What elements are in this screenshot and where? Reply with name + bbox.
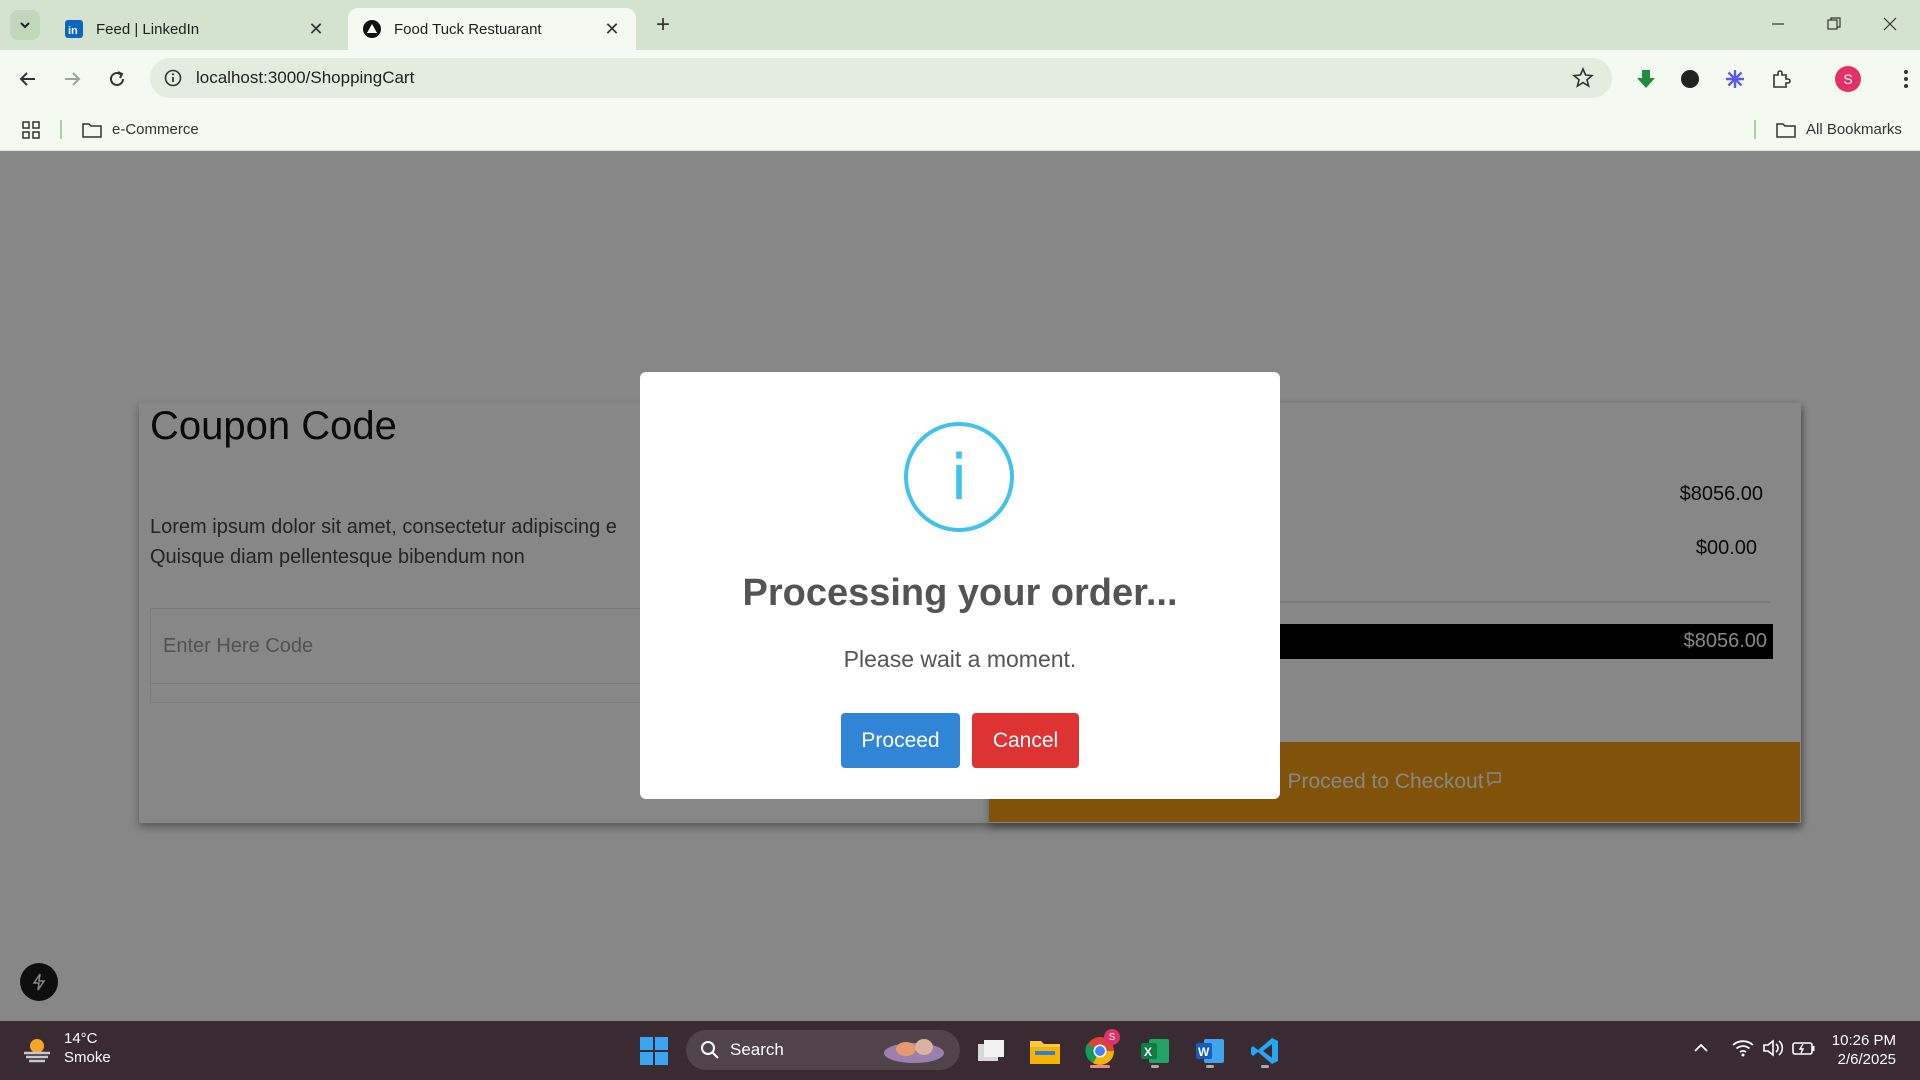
windows-taskbar: 14°C Smoke Search S X W 10:26 PM 2/6/202… — [0, 1021, 1920, 1080]
browser-toolbar: localhost:3000/ShoppingCart — [0, 50, 1920, 108]
cancel-button[interactable]: Cancel — [972, 713, 1079, 768]
clock-time: 10:26 PM — [1831, 1032, 1896, 1049]
excel-icon[interactable]: X — [1135, 1031, 1175, 1071]
tab-title: Feed | LinkedIn — [96, 20, 200, 38]
system-clock[interactable]: 10:26 PM 2/6/2025 — [1832, 1031, 1896, 1069]
chrome-icon[interactable]: S — [1080, 1029, 1120, 1071]
extension-orange-icon[interactable] — [1676, 65, 1704, 93]
back-icon[interactable] — [12, 63, 44, 95]
url-text: localhost:3000/ShoppingCart — [196, 68, 415, 87]
bookmark-divider — [60, 120, 62, 139]
modal-text: Please wait a moment. — [843, 646, 1077, 672]
proceed-button[interactable]: Proceed — [841, 713, 960, 768]
close-icon[interactable]: ✕ — [602, 19, 622, 39]
minimize-icon[interactable] — [1750, 0, 1806, 48]
clock-date: 2/6/2025 — [1837, 1051, 1896, 1068]
bookmark-ecommerce[interactable]: e-Commerce — [82, 108, 199, 151]
search-highlight-icon — [884, 1039, 944, 1063]
apps-grid-icon[interactable] — [22, 108, 50, 151]
battery-icon[interactable] — [1792, 1039, 1816, 1062]
profile-avatar[interactable]: S — [1835, 66, 1861, 92]
tab-food-tuck[interactable]: Food Tuck Restuarant ✕ — [348, 8, 636, 50]
running-indicator — [1261, 1065, 1269, 1068]
search-label: Search — [730, 1040, 784, 1059]
window-close-icon[interactable] — [1862, 0, 1918, 48]
bookmark-divider — [1754, 120, 1756, 139]
vscode-icon[interactable] — [1245, 1031, 1285, 1071]
restore-icon[interactable] — [1806, 0, 1862, 48]
weather-smoke-icon — [24, 1039, 50, 1063]
modal-title: Processing your order... — [742, 572, 1178, 614]
reload-icon[interactable] — [101, 63, 133, 95]
running-indicator — [1090, 1065, 1110, 1068]
weather-temp: 14°C — [64, 1030, 98, 1047]
address-bar[interactable]: localhost:3000/ShoppingCart — [150, 58, 1612, 98]
bookmark-label: e-Commerce — [112, 121, 199, 138]
extension-sparkle-icon[interactable] — [1721, 65, 1749, 93]
show-hidden-icons-chevron-up-icon[interactable] — [1692, 1039, 1710, 1062]
site-info-icon[interactable] — [164, 69, 182, 87]
bookmarks-bar: e-Commerce All Bookmarks — [0, 108, 1920, 151]
chrome-profile-badge: S — [1104, 1029, 1120, 1045]
close-icon[interactable]: ✕ — [306, 19, 326, 39]
chevron-down-icon — [20, 22, 30, 29]
tab-linkedin[interactable]: in Feed | LinkedIn ✕ — [50, 8, 340, 50]
nextjs-icon — [362, 19, 382, 39]
new-tab-button[interactable]: + — [650, 11, 676, 38]
tab-title: Food Tuck Restuarant — [394, 20, 542, 38]
wifi-icon[interactable] — [1732, 1039, 1754, 1062]
svg-text:W: W — [1198, 1045, 1210, 1059]
all-bookmarks[interactable]: All Bookmarks — [1776, 108, 1902, 151]
search-icon — [701, 1041, 719, 1059]
menu-dots-icon[interactable] — [1892, 65, 1920, 93]
weather-widget[interactable]: 14°C Smoke — [20, 1029, 111, 1067]
task-view-icon[interactable] — [971, 1031, 1011, 1071]
taskbar-search[interactable]: Search — [686, 1030, 960, 1070]
tab-search-button[interactable] — [10, 10, 40, 40]
extensions-puzzle-icon[interactable] — [1767, 65, 1795, 93]
browser-tab-strip: in Feed | LinkedIn ✕ Food Tuck Restuaran… — [0, 0, 1920, 50]
folder-icon — [1776, 122, 1796, 138]
svg-text:in: in — [68, 25, 78, 37]
folder-icon — [82, 122, 102, 138]
word-icon[interactable]: W — [1190, 1031, 1230, 1071]
info-icon: i — [904, 422, 1014, 532]
bookmark-label: All Bookmarks — [1806, 121, 1902, 138]
file-explorer-icon[interactable] — [1025, 1031, 1065, 1071]
running-indicator — [1206, 1065, 1214, 1068]
windows-start-icon[interactable] — [634, 1031, 674, 1071]
processing-modal: i Processing your order... Please wait a… — [640, 372, 1280, 799]
svg-text:X: X — [1144, 1045, 1152, 1059]
bookmark-star-icon[interactable] — [1572, 66, 1594, 94]
weather-desc: Smoke — [64, 1049, 111, 1066]
forward-icon[interactable] — [56, 63, 88, 95]
linkedin-icon: in — [64, 19, 84, 39]
volume-icon[interactable] — [1762, 1039, 1784, 1062]
running-indicator — [1151, 1065, 1159, 1068]
download-icon[interactable] — [1632, 65, 1660, 93]
